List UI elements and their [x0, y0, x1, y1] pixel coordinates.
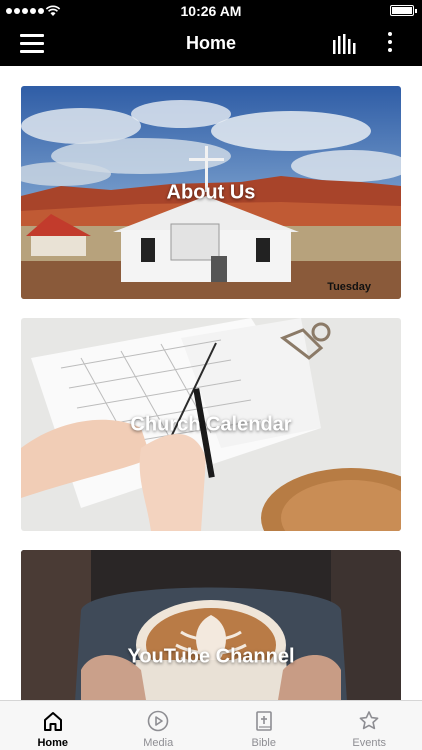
tab-home[interactable]: Home: [0, 701, 106, 750]
church-sign-text: Tuesday: [327, 281, 372, 293]
tab-label: Home: [37, 737, 69, 749]
bible-icon: [255, 711, 272, 731]
more-vertical-icon[interactable]: [386, 32, 394, 56]
card-title: YouTube Channel: [127, 645, 295, 667]
tab-bible[interactable]: Bible: [211, 701, 317, 750]
nav-bar: Home: [0, 22, 422, 66]
tab-label: Media: [143, 737, 174, 749]
star-icon: [359, 711, 379, 730]
battery-icon: [390, 5, 417, 16]
audio-bars-icon[interactable]: [333, 34, 357, 54]
card-title: About Us: [166, 181, 256, 203]
home-icon: [43, 712, 62, 731]
play-circle-icon: [147, 710, 169, 732]
coffee-image: [21, 550, 401, 700]
tab-media[interactable]: Media: [106, 701, 212, 750]
hamburger-menu-icon[interactable]: [20, 34, 44, 54]
card-about-us[interactable]: Tuesday About Us: [21, 86, 401, 299]
tab-label: Bible: [251, 737, 276, 749]
page-title: Home: [185, 33, 236, 53]
content-area: Tuesday About Us Church Calendar YouTube…: [0, 66, 422, 700]
card-title: Church Calendar: [130, 413, 292, 435]
tab-events[interactable]: Events: [317, 701, 422, 750]
status-bar: 10:26 AM: [0, 0, 422, 22]
card-youtube-channel[interactable]: YouTube Channel: [21, 550, 401, 700]
tab-label: Events: [352, 737, 387, 749]
card-church-calendar[interactable]: Church Calendar: [21, 318, 401, 531]
tab-bar: Home Media Bible Events: [0, 700, 422, 750]
status-time: 10:26 AM: [180, 3, 242, 19]
